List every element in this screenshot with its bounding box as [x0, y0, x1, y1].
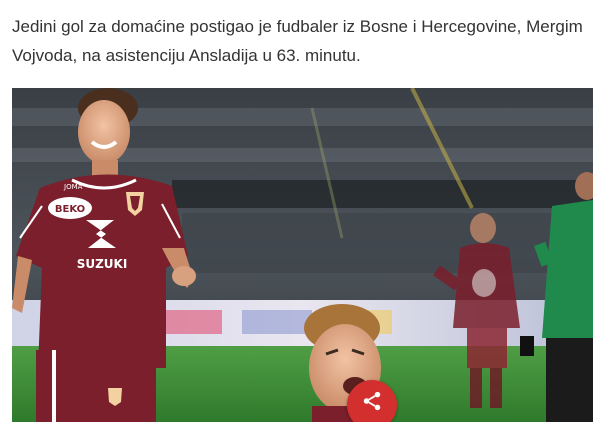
article-photo: BEKO JOMA SUZUKI — [12, 88, 593, 422]
share-button[interactable] — [347, 380, 397, 422]
article-paragraph: Jedini gol za domaćine postigao je fudba… — [12, 17, 583, 65]
share-icon — [363, 391, 381, 411]
football-celebration-image: BEKO JOMA SUZUKI — [12, 88, 593, 422]
jersey-sleeve-text: BEKO — [55, 204, 85, 215]
jersey-brand-text: JOMA — [63, 183, 83, 191]
jersey-sponsor-text: SUZUKI — [77, 257, 128, 271]
